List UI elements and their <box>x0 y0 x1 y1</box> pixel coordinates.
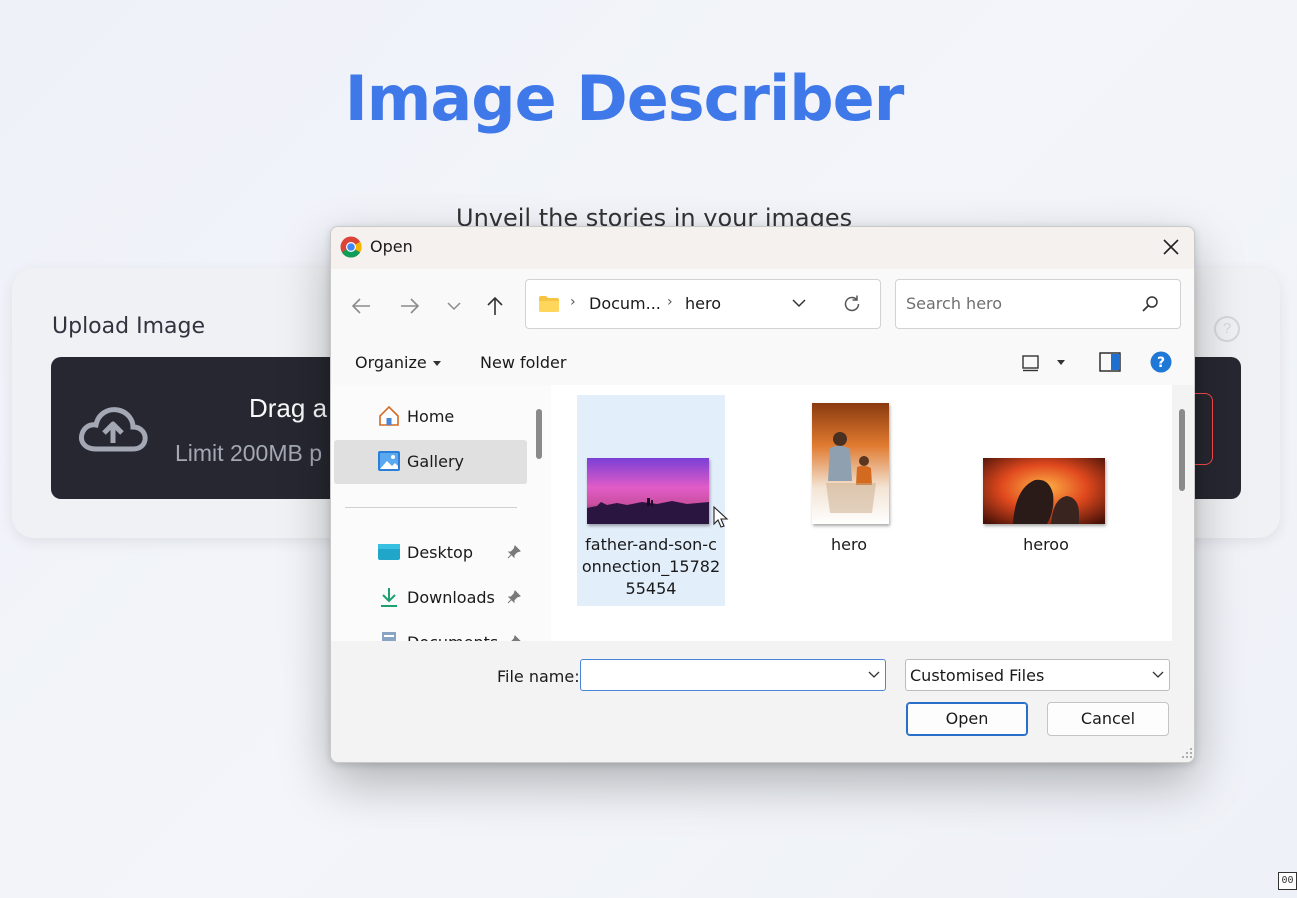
pin-icon[interactable] <box>507 590 521 604</box>
image-thumbnail <box>812 403 889 524</box>
gallery-icon <box>378 451 400 471</box>
close-icon[interactable] <box>1159 235 1183 259</box>
page-title: Image Describer <box>344 62 905 135</box>
search-icon[interactable] <box>1140 294 1160 314</box>
arrow-right-icon[interactable] <box>397 295 423 317</box>
file-name-line: heroo <box>1023 535 1069 554</box>
nav-item-downloads[interactable]: Downloads <box>331 576 527 620</box>
preview-pane-icon[interactable] <box>1099 352 1121 372</box>
search-box[interactable] <box>895 279 1181 329</box>
nav-label: Gallery <box>407 452 464 471</box>
desktop-icon <box>378 544 400 560</box>
svg-text:?: ? <box>1157 355 1165 371</box>
upload-label: Upload Image <box>52 314 205 339</box>
file-name-field[interactable] <box>580 659 886 691</box>
image-thumbnail <box>983 458 1105 524</box>
download-icon <box>381 588 397 607</box>
organize-menu[interactable]: Organize <box>355 353 441 372</box>
breadcrumb-separator: › <box>667 294 673 310</box>
breadcrumb-documents[interactable]: Docum... <box>589 294 661 313</box>
open-file-dialog: Open › Docum... › hero Search hero Organ… <box>330 226 1195 763</box>
arrow-left-icon[interactable] <box>348 295 374 317</box>
address-bar[interactable]: › Docum... › hero <box>525 279 881 329</box>
file-pane: father-and-son-c onnection_15782 55454 h… <box>551 385 1172 641</box>
arrow-up-icon[interactable] <box>482 295 508 317</box>
folder-icon <box>539 296 559 312</box>
file-name-line: onnection_15782 <box>581 557 721 576</box>
file-item[interactable]: father-and-son-c onnection_15782 55454 <box>577 395 725 606</box>
file-name-line: hero <box>831 535 867 554</box>
nav-item-gallery[interactable]: Gallery <box>334 440 527 484</box>
navigation-pane: Home Gallery Desktop Downloads <box>331 385 551 652</box>
file-item[interactable]: heroo <box>972 395 1120 606</box>
mouse-cursor-icon <box>713 506 729 528</box>
file-type-value: Customised Files <box>910 666 1045 685</box>
pin-icon[interactable] <box>507 545 521 559</box>
question-circle-icon[interactable]: ? <box>1214 316 1240 342</box>
caret-down-icon <box>432 361 441 366</box>
nav-label: Downloads <box>407 588 495 607</box>
chevron-down-icon[interactable] <box>868 671 880 679</box>
file-name: hero <box>775 534 923 556</box>
dropzone-text: Drag a <box>249 393 328 423</box>
cancel-button[interactable]: Cancel <box>1047 702 1169 736</box>
open-button[interactable]: Open <box>906 702 1028 736</box>
view-options-icon[interactable] <box>1021 353 1041 373</box>
file-name-label: File name: <box>497 667 580 686</box>
nav-item-desktop[interactable]: Desktop <box>331 531 527 575</box>
help-icon[interactable]: ? <box>1150 351 1172 373</box>
home-icon <box>379 405 399 426</box>
refresh-icon[interactable] <box>842 294 862 314</box>
file-type-select[interactable]: Customised Files <box>905 659 1170 691</box>
new-folder-button[interactable]: New folder <box>480 353 566 372</box>
cloud-upload-icon <box>79 407 148 452</box>
nav-label: Desktop <box>407 543 473 562</box>
image-thumbnail <box>587 458 709 524</box>
view-caret-icon[interactable] <box>1057 360 1065 365</box>
file-name: father-and-son-c onnection_15782 55454 <box>577 534 725 600</box>
corner-indicator: 00 <box>1278 872 1297 890</box>
nav-scrollbar[interactable] <box>536 409 542 459</box>
breadcrumb-separator: › <box>570 294 576 310</box>
chrome-icon <box>340 236 362 258</box>
dialog-titlebar <box>331 227 1194 269</box>
file-name-input[interactable] <box>585 663 855 687</box>
file-item[interactable]: hero <box>775 395 923 606</box>
nav-label: Home <box>407 407 455 426</box>
organize-label: Organize <box>355 353 427 372</box>
file-scrollbar[interactable] <box>1179 409 1185 491</box>
chevron-down-icon[interactable] <box>444 295 464 317</box>
breadcrumb-hero[interactable]: hero <box>685 294 721 313</box>
chevron-down-icon <box>1152 671 1164 678</box>
nav-divider <box>345 507 517 508</box>
nav-item-home[interactable]: Home <box>331 395 527 439</box>
dropzone-limit: Limit 200MB p <box>175 440 323 466</box>
address-dropdown-icon[interactable] <box>791 297 807 309</box>
file-name-line: father-and-son-c <box>585 535 717 554</box>
search-input[interactable] <box>906 290 1126 316</box>
file-name-line: 55454 <box>625 579 677 598</box>
resize-grip-icon[interactable] <box>1181 747 1193 759</box>
file-name: heroo <box>972 534 1120 556</box>
dialog-title: Open <box>370 237 413 256</box>
